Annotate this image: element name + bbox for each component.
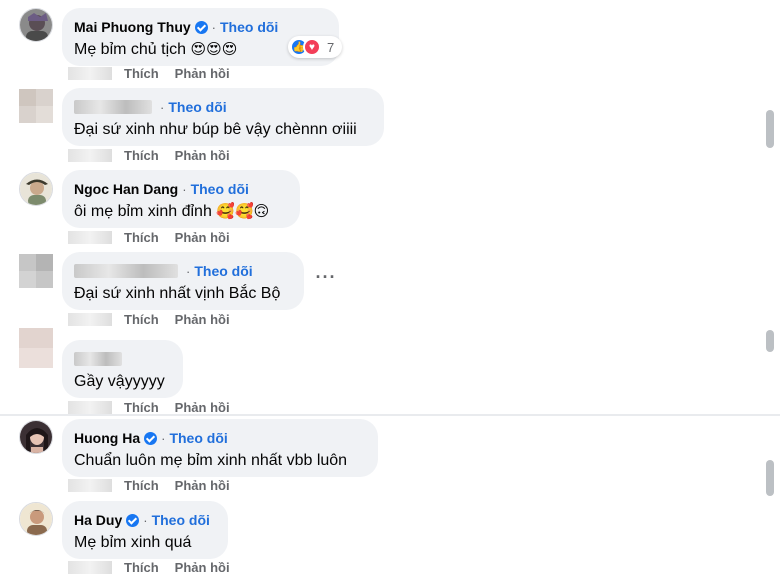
comment-bubble: · Theo dõi Đại sứ xinh nhất vịnh Bắc Bộ (62, 252, 304, 310)
comment-text: Chuẩn luôn mẹ bỉm xinh nhất vbb luôn (74, 452, 348, 469)
blurred-timestamp (68, 66, 112, 80)
more-horizontal-icon[interactable]: ··· (312, 268, 340, 290)
like-button[interactable]: Thích (124, 148, 159, 163)
comment-actions: Thích Phản hồi (68, 63, 246, 83)
blurred-name (74, 100, 152, 114)
blurred-name (74, 264, 178, 278)
blurred-timestamp (68, 230, 112, 244)
separator-dot: · (160, 99, 165, 115)
follow-link[interactable]: Theo dõi (169, 430, 227, 446)
love-icon: ♥ (303, 38, 321, 56)
reply-button[interactable]: Phản hồi (175, 148, 230, 163)
blurred-timestamp (68, 560, 112, 574)
verified-badge-icon (126, 513, 140, 527)
comment-text: Mẹ bỉm xinh quá (74, 534, 192, 551)
blurred-timestamp (68, 312, 112, 326)
emoji-group: 🥰🥰🙃 (216, 203, 270, 220)
verified-badge-icon (194, 20, 208, 34)
avatar[interactable] (19, 8, 53, 42)
avatar[interactable] (19, 328, 53, 368)
avatar[interactable] (19, 254, 53, 288)
comment-bubble: · Theo dõi Đại sứ xinh như búp bê vậy ch… (62, 88, 384, 146)
commenter-name[interactable]: Mai Phuong Thuy (74, 19, 191, 35)
reply-button[interactable]: Phản hồi (175, 312, 230, 327)
comment-actions: Thích Phản hồi (68, 475, 246, 495)
commenter-name[interactable]: Huong Ha (74, 430, 140, 446)
avatar[interactable] (19, 89, 53, 123)
comment-bubble: Huong Ha · Theo dõi Chuẩn luôn mẹ bỉm xi… (62, 419, 378, 477)
blurred-name (74, 352, 122, 366)
like-button[interactable]: Thích (124, 230, 159, 245)
avatar[interactable] (19, 502, 53, 536)
avatar[interactable] (19, 172, 53, 206)
reply-button[interactable]: Phản hồi (175, 230, 230, 245)
comment-actions: Thích Phản hồi (68, 227, 246, 247)
avatar[interactable] (19, 420, 53, 454)
like-button[interactable]: Thích (124, 66, 159, 81)
separator-dot: · (182, 181, 187, 197)
commenter-name[interactable]: Ngoc Han Dang (74, 181, 178, 197)
comment-text: Gầy vậyyyyy (74, 373, 165, 390)
follow-link[interactable]: Theo dõi (220, 19, 278, 35)
scrollbar-thumb[interactable] (766, 460, 774, 496)
comment-actions: Thích Phản hồi (68, 145, 246, 165)
follow-link[interactable]: Theo dõi (191, 181, 249, 197)
blurred-timestamp (68, 148, 112, 162)
separator-dot: · (161, 430, 166, 446)
like-button[interactable]: Thích (124, 560, 159, 575)
follow-link[interactable]: Theo dõi (194, 263, 252, 279)
comment-text: ôi mẹ bỉm xinh đỉnh 🥰🥰🙃 (74, 203, 270, 220)
follow-link[interactable]: Theo dõi (152, 512, 210, 528)
blurred-timestamp (68, 478, 112, 492)
separator-dot: · (211, 19, 216, 35)
follow-link[interactable]: Theo dõi (168, 99, 226, 115)
separator-dot: · (143, 512, 148, 528)
reply-button[interactable]: Phản hồi (175, 400, 230, 415)
comment-actions: Thích Phản hồi (68, 309, 246, 329)
reply-button[interactable]: Phản hồi (175, 66, 230, 81)
comments-panel-top: Mai Phuong Thuy · Theo dõi Mẹ bỉm chủ tị… (0, 0, 780, 415)
emoji-group: 😍😍😍 (190, 41, 238, 58)
blurred-timestamp (68, 400, 112, 414)
comments-panel-bottom: Huong Ha · Theo dõi Chuẩn luôn mẹ bỉm xi… (0, 416, 780, 579)
comment-text: Đại sứ xinh như búp bê vậy chènnn ơiiii (74, 121, 357, 138)
comment-bubble: Ha Duy · Theo dõi Mẹ bỉm xinh quá (62, 501, 228, 559)
commenter-name[interactable]: Ha Duy (74, 512, 122, 528)
comment-bubble: Ngoc Han Dang · Theo dõi ôi mẹ bỉm xinh … (62, 170, 300, 228)
like-button[interactable]: Thích (124, 400, 159, 415)
like-button[interactable]: Thích (124, 312, 159, 327)
scrollbar-thumb[interactable] (766, 110, 774, 148)
scrollbar-thumb[interactable] (766, 330, 774, 352)
separator-dot: · (186, 263, 191, 279)
comment-text: Đại sứ xinh nhất vịnh Bắc Bộ (74, 285, 281, 302)
like-button[interactable]: Thích (124, 478, 159, 493)
verified-badge-icon (144, 431, 158, 445)
comment-bubble: Gầy vậyyyyy (62, 340, 183, 398)
reply-button[interactable]: Phản hồi (175, 478, 230, 493)
reaction-badge[interactable]: 👍 ♥ 7 (288, 36, 343, 58)
comment-actions: Thích Phản hồi (68, 557, 246, 577)
reaction-count: 7 (327, 39, 335, 55)
reply-button[interactable]: Phản hồi (175, 560, 230, 575)
